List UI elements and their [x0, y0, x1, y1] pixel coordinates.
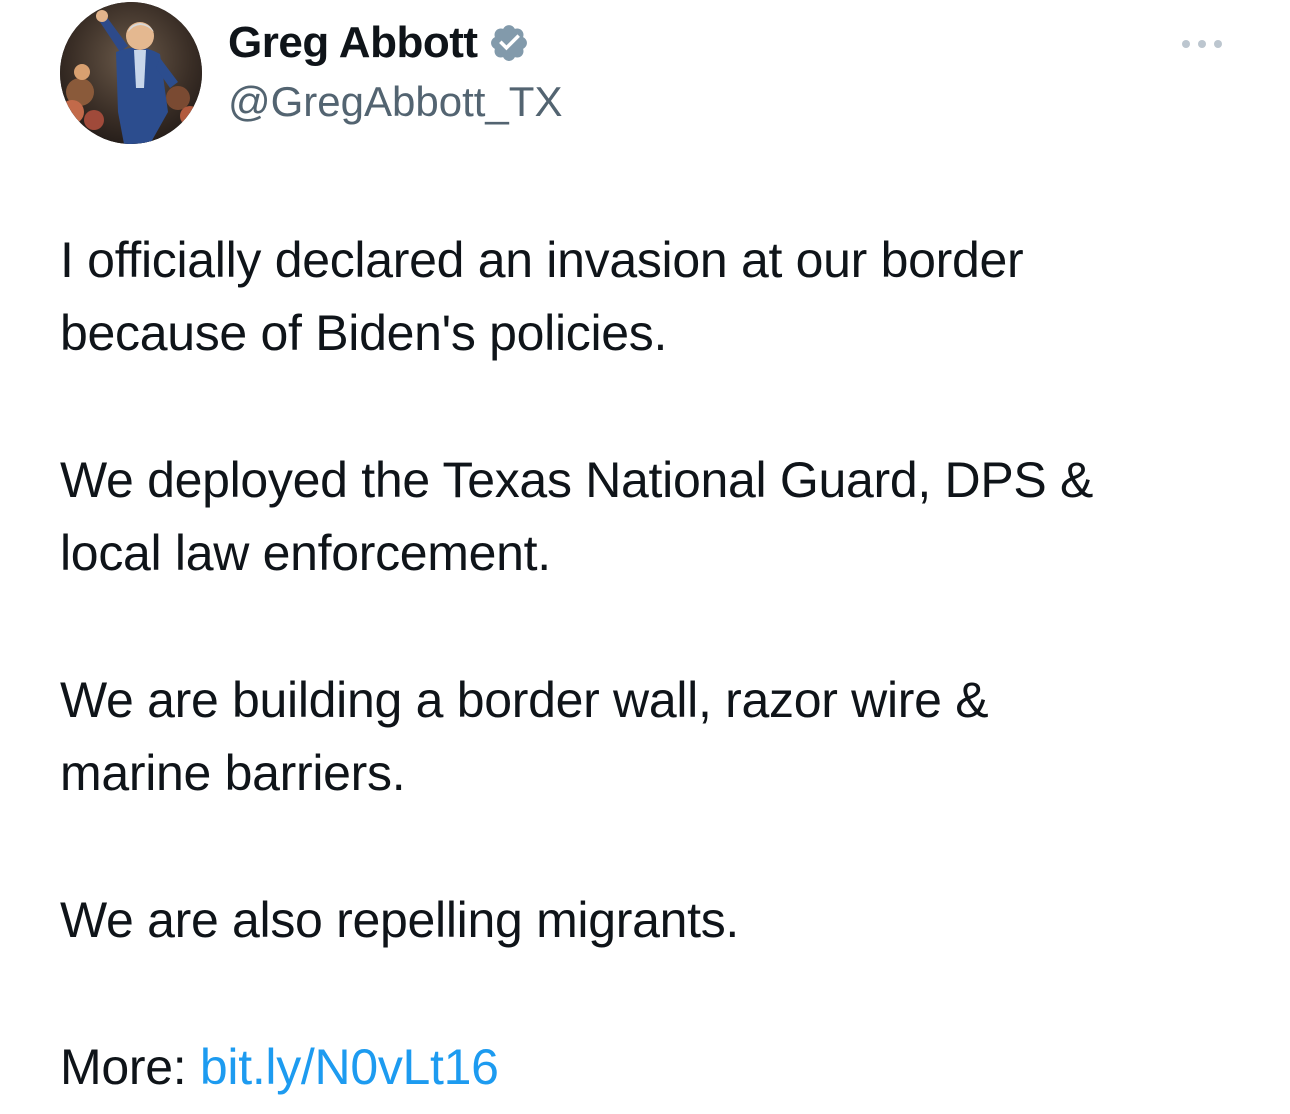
tweet-paragraph: I officially declared an invasion at our…: [60, 224, 1260, 370]
author-handle[interactable]: @GregAbbott_TX: [228, 78, 562, 126]
tweet: Greg Abbott @GregAbbott_TX I officially …: [0, 0, 1290, 1114]
more-label: More:: [60, 1039, 200, 1095]
text-line: because of Biden's policies.: [60, 305, 668, 361]
name-row: Greg Abbott: [228, 16, 562, 70]
text-line: We are building a border wall, razor wir…: [60, 672, 989, 728]
more-options-icon[interactable]: [1178, 32, 1226, 56]
tweet-paragraph: We deployed the Texas National Guard, DP…: [60, 444, 1260, 590]
avatar-photo: [60, 2, 202, 144]
tweet-text: I officially declared an invasion at our…: [60, 224, 1260, 1104]
text-line: We are also repelling migrants.: [60, 892, 739, 948]
tweet-header: Greg Abbott @GregAbbott_TX: [60, 2, 1240, 144]
text-line: I officially declared an invasion at our…: [60, 232, 1024, 288]
text-line: We deployed the Texas National Guard, DP…: [60, 452, 1094, 508]
tweet-paragraph-more: More: bit.ly/N0vLt16: [60, 1031, 1260, 1104]
shortened-link[interactable]: bit.ly/N0vLt16: [200, 1039, 499, 1095]
verified-badge-icon: [488, 22, 530, 64]
avatar[interactable]: [60, 2, 202, 144]
author-info: Greg Abbott @GregAbbott_TX: [228, 16, 562, 126]
text-line: local law enforcement.: [60, 525, 551, 581]
author-display-name[interactable]: Greg Abbott: [228, 18, 478, 68]
tweet-paragraph: We are also repelling migrants.: [60, 884, 1260, 957]
text-line: marine barriers.: [60, 745, 406, 801]
tweet-paragraph: We are building a border wall, razor wir…: [60, 664, 1260, 810]
